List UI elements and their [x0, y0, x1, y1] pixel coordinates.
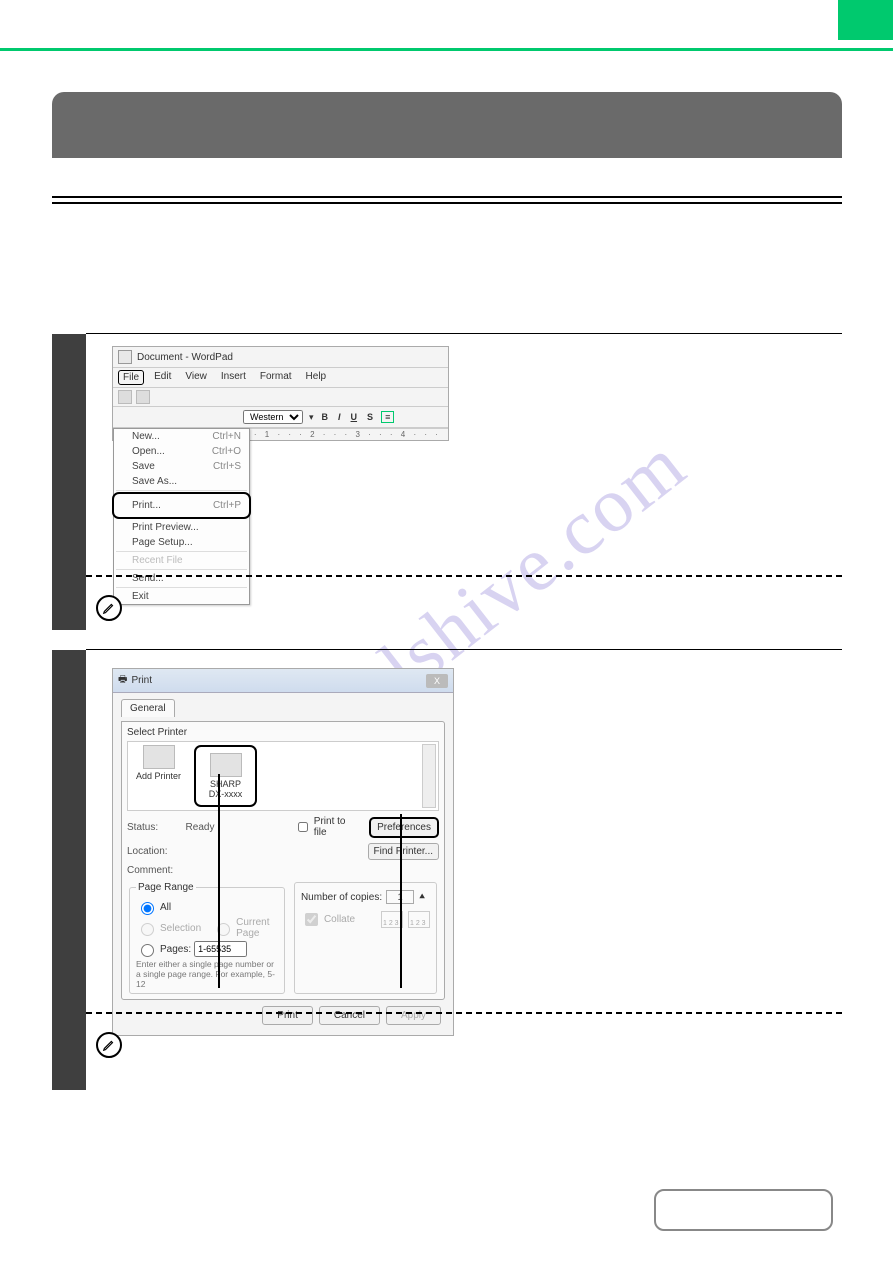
printer-list: Add Printer SHARP DX-xxxx — [127, 741, 439, 811]
callout-line-printer — [218, 774, 220, 988]
wordpad-ruler: · · 1 · · · 2 · · · 3 · · · 4 · · · — [243, 428, 448, 440]
add-printer-icon — [143, 745, 175, 769]
menu-view[interactable]: View — [181, 370, 211, 385]
page-accent — [838, 0, 893, 40]
menu-item-page-setup[interactable]: Page Setup... — [114, 535, 249, 550]
page-top-rule — [0, 48, 893, 51]
contents-button[interactable] — [654, 1189, 833, 1231]
tab-general[interactable]: General — [121, 699, 175, 717]
num-copies-label: Number of copies: — [301, 892, 382, 903]
print-dialog-titlebar: 🖶 Print X — [113, 669, 453, 693]
italic-button[interactable]: I — [336, 412, 343, 422]
pencil-note-icon — [96, 1032, 122, 1058]
menu-insert[interactable]: Insert — [217, 370, 250, 385]
pages-input[interactable] — [194, 941, 247, 957]
menu-format[interactable]: Format — [256, 370, 296, 385]
step-top-border — [86, 333, 842, 334]
copies-group: Number of copies: 1 ⯅ Collate 1 2 3 1 2 … — [294, 882, 437, 994]
pencil-note-icon — [96, 595, 122, 621]
page-range-legend: Page Range — [136, 882, 196, 893]
comment-label: Comment: — [127, 865, 177, 876]
wordpad-title: Document - WordPad — [137, 352, 233, 363]
page-range-note: Enter either a single page number or a s… — [136, 959, 278, 989]
print-dialog-title: Print — [131, 675, 152, 686]
collate-icons: 1 2 3 1 2 3 — [381, 911, 430, 928]
underline-button[interactable]: U — [349, 412, 360, 422]
collate-label: Collate — [324, 914, 355, 925]
menu-help[interactable]: Help — [302, 370, 331, 385]
cancel-button[interactable]: Cancel — [319, 1006, 380, 1025]
print-button[interactable]: Print — [262, 1006, 313, 1025]
select-printer-label: Select Printer — [127, 727, 439, 738]
section-heading-box — [52, 92, 842, 158]
font-script-select[interactable]: Western — [243, 410, 303, 424]
callout-line-preferences — [400, 814, 402, 988]
section-heading-rule — [52, 196, 842, 204]
wordpad-toolbar — [113, 388, 448, 407]
wordpad-titlebar: Document - WordPad — [113, 347, 448, 368]
binoculars-icon[interactable] — [136, 390, 150, 404]
menu-item-print[interactable]: Print...Ctrl+P — [112, 492, 251, 519]
radio-selection[interactable]: Selection — [136, 920, 201, 936]
menu-edit[interactable]: Edit — [150, 370, 175, 385]
collate-checkbox[interactable] — [305, 913, 318, 926]
print-dialog-screenshot: 🖶 Print X General Select Printer Add Pri… — [112, 668, 454, 1036]
wordpad-format-toolbar: Western ▾ B I U S ≡ — [113, 407, 448, 428]
wordpad-screenshot: Document - WordPad File Edit View Insert… — [112, 346, 449, 441]
step-top-border — [86, 649, 842, 650]
file-dropdown-menu: New...Ctrl+N Open...Ctrl+O SaveCtrl+S Sa… — [113, 428, 250, 605]
print-to-file-checkbox[interactable]: Print to file — [294, 816, 359, 838]
menu-item-print-preview[interactable]: Print Preview... — [114, 520, 249, 535]
location-label: Location: — [127, 846, 177, 857]
status-label: Status: — [127, 822, 176, 833]
menu-item-send[interactable]: Send... — [114, 571, 249, 586]
sharp-printer-item[interactable]: SHARP DX-xxxx — [194, 745, 257, 807]
status-value: Ready — [186, 822, 244, 833]
step-1: Document - WordPad File Edit View Insert… — [52, 334, 842, 630]
menu-item-recent-file: Recent File — [114, 553, 249, 568]
bold-button[interactable]: B — [320, 412, 331, 422]
apply-button[interactable]: Apply — [386, 1006, 441, 1025]
radio-all[interactable]: All — [136, 899, 278, 915]
menu-item-exit[interactable]: Exit — [114, 589, 249, 604]
printer-list-scrollbar[interactable] — [422, 744, 436, 808]
wordpad-menubar: File Edit View Insert Format Help — [113, 368, 448, 388]
close-icon[interactable]: X — [426, 674, 448, 688]
radio-pages[interactable]: Pages: — [136, 941, 278, 957]
step-2: 🖶 Print X General Select Printer Add Pri… — [52, 650, 842, 1090]
menu-item-new[interactable]: New...Ctrl+N — [114, 429, 249, 444]
step-number-bar — [52, 650, 86, 1090]
find-printer-button[interactable]: Find Printer... — [368, 843, 439, 860]
printer-icon: 🖶 — [118, 672, 127, 689]
add-printer-item[interactable]: Add Printer — [131, 745, 186, 781]
menu-item-save-as[interactable]: Save As... — [114, 474, 249, 489]
menu-file[interactable]: File — [118, 370, 144, 385]
menu-item-open[interactable]: Open...Ctrl+O — [114, 444, 249, 459]
page-range-group: Page Range All Selection Current Page Pa… — [129, 882, 285, 994]
sharp-printer-icon — [210, 753, 242, 777]
step-note-divider — [86, 1012, 842, 1014]
step-note-divider — [86, 575, 842, 577]
spinner-icon[interactable]: ⯅ — [418, 892, 426, 903]
menu-item-save[interactable]: SaveCtrl+S — [114, 459, 249, 474]
paste-icon[interactable] — [118, 390, 132, 404]
align-icon[interactable]: ≡ — [381, 411, 394, 423]
strike-button[interactable]: S — [365, 412, 375, 422]
radio-current-page[interactable]: Current Page — [212, 917, 278, 939]
preferences-button[interactable]: Preferences — [369, 817, 439, 838]
step-number-bar — [52, 334, 86, 630]
document-icon — [118, 350, 132, 364]
